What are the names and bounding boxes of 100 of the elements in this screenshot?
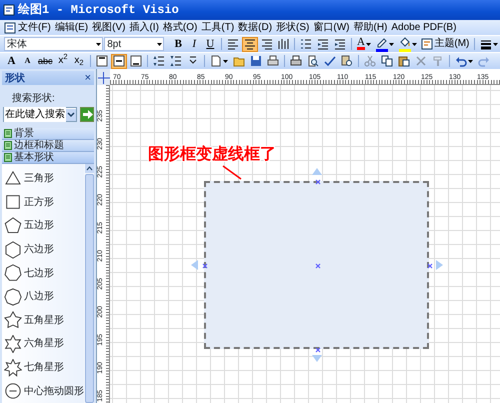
menu-item[interactable]: 工具(T) — [199, 21, 236, 34]
spell-button[interactable] — [322, 54, 338, 68]
outdent-icon — [317, 38, 330, 50]
stencil-icon — [4, 129, 12, 138]
star-icon — [4, 334, 22, 353]
spacing-up-button[interactable] — [150, 54, 167, 68]
align-right-icon — [260, 38, 272, 50]
x-mark-icon — [414, 55, 427, 67]
stencil-item[interactable]: 背景 — [2, 128, 94, 140]
triangle-arrow-icon — [312, 168, 322, 175]
menu-item[interactable]: 形状(S) — [274, 21, 312, 34]
folder-icon — [232, 55, 245, 67]
bold-button[interactable]: B — [170, 36, 186, 52]
undo-arrow-icon — [454, 55, 467, 67]
research-button[interactable] — [338, 54, 355, 68]
shape-label: 五边形 — [24, 218, 54, 234]
window-title: 绘图1 - Microsoft Visio — [18, 2, 179, 19]
triangle-arrow-icon — [312, 355, 322, 362]
font-name: 宋体 — [7, 38, 27, 52]
menu-item[interactable]: 窗口(W) — [311, 21, 352, 34]
scroll-up-icon — [84, 164, 94, 173]
fill-color-button[interactable] — [396, 36, 419, 52]
menu-item[interactable]: 视图(V) — [90, 21, 128, 34]
rectangle-shape[interactable] — [204, 181, 429, 349]
paste-button[interactable] — [396, 54, 412, 68]
copy-button[interactable] — [378, 54, 395, 68]
strike-button[interactable]: abc — [36, 54, 55, 68]
indent-icon — [334, 38, 346, 50]
stencil-label: 基本形状 — [14, 150, 54, 165]
redo-arrow-icon — [478, 55, 490, 67]
shape-label: 六边形 — [24, 242, 54, 258]
shape-label: 三角形 — [24, 172, 54, 186]
menu-item[interactable]: 插入(I) — [127, 21, 161, 34]
shape-label: 六角星形 — [24, 336, 64, 352]
line-weight-icon — [480, 38, 492, 50]
square-icon — [4, 193, 22, 212]
panel-title: 形状 — [5, 72, 25, 86]
triangle-arrow-icon — [436, 260, 443, 270]
menu-item[interactable]: 格式(O) — [160, 21, 200, 34]
leader-line — [222, 165, 242, 180]
connection-point-icon — [314, 347, 320, 353]
octagon-icon — [4, 288, 22, 306]
align-center-icon — [244, 38, 256, 50]
shape-label: 正方形 — [24, 196, 54, 210]
caret-icon — [96, 42, 102, 46]
close-button[interactable]: × — [84, 73, 91, 83]
annotation-text: 图形框变虚线框了 — [148, 146, 276, 164]
paintbrush-icon — [432, 55, 444, 67]
caret-icon — [156, 42, 162, 46]
star-icon — [4, 311, 22, 330]
bullet-list-icon — [300, 38, 312, 50]
connection-point-icon — [314, 263, 320, 269]
search-label: 搜索形状: — [11, 92, 56, 106]
stencil-label: 边框和标题 — [14, 138, 64, 152]
theme-button[interactable]: 主题(M) — [420, 36, 472, 52]
spacing-down-button[interactable] — [168, 54, 184, 68]
search-field[interactable]: 在此键入搜索 — [3, 107, 77, 122]
menu-item[interactable]: 帮助(H) — [352, 21, 390, 34]
connection-point-icon — [427, 263, 433, 269]
stencil-item[interactable]: 基本形状 — [2, 152, 94, 164]
spell-check-icon — [324, 55, 336, 67]
go-button[interactable] — [80, 107, 94, 122]
align-center-button[interactable] — [242, 36, 258, 52]
line-spacing-icon — [152, 55, 165, 67]
valign-bottom-button[interactable] — [128, 54, 144, 68]
stencil-icon — [4, 141, 12, 150]
menu-item[interactable]: 编辑(E) — [52, 21, 90, 34]
heptagon-icon — [4, 264, 22, 282]
stencil-label: 背景 — [14, 126, 34, 140]
font-size-value: 8pt — [107, 38, 122, 52]
grow-font-button[interactable]: A — [4, 54, 19, 68]
shape-label: 八边形 — [24, 290, 54, 304]
valign-top-button[interactable] — [94, 54, 110, 68]
app-icon — [3, 4, 15, 16]
line-spacing-icon — [170, 55, 182, 67]
pentagon-icon — [4, 216, 22, 235]
triangle-arrow-icon — [191, 260, 198, 270]
font-dropdown[interactable]: 宋体 — [4, 37, 104, 51]
menu-item[interactable]: 文件(F) — [16, 21, 53, 34]
stencil-icon — [4, 153, 12, 162]
arrow-right-icon — [82, 109, 92, 120]
shrink-font-button[interactable]: A — [20, 54, 35, 68]
italic-button[interactable]: I — [186, 36, 202, 52]
plain-button[interactable]: x$^{2}$ — [56, 54, 71, 68]
circle-icon — [4, 382, 22, 400]
line-color-button[interactable] — [374, 36, 396, 52]
hexagon-icon — [4, 240, 22, 259]
menu-item[interactable]: Adobe PDF(B) — [389, 21, 458, 34]
underline-button[interactable]: U — [202, 36, 218, 52]
star-icon — [4, 358, 22, 377]
plain-button[interactable]: x$_{2}$ — [72, 54, 87, 68]
valign-middle-button[interactable] — [110, 54, 127, 68]
stencil-item[interactable]: 边框和标题 — [2, 140, 94, 152]
shape-label: 七边形 — [24, 266, 54, 281]
font-size-dropdown[interactable]: 8pt — [104, 37, 164, 51]
menu-item[interactable]: 数据(D) — [236, 21, 274, 34]
scissors-icon — [364, 55, 376, 67]
align-left-icon — [226, 38, 239, 50]
print-button[interactable] — [288, 54, 304, 68]
shape-label: 中心拖动圆形 — [24, 384, 84, 399]
